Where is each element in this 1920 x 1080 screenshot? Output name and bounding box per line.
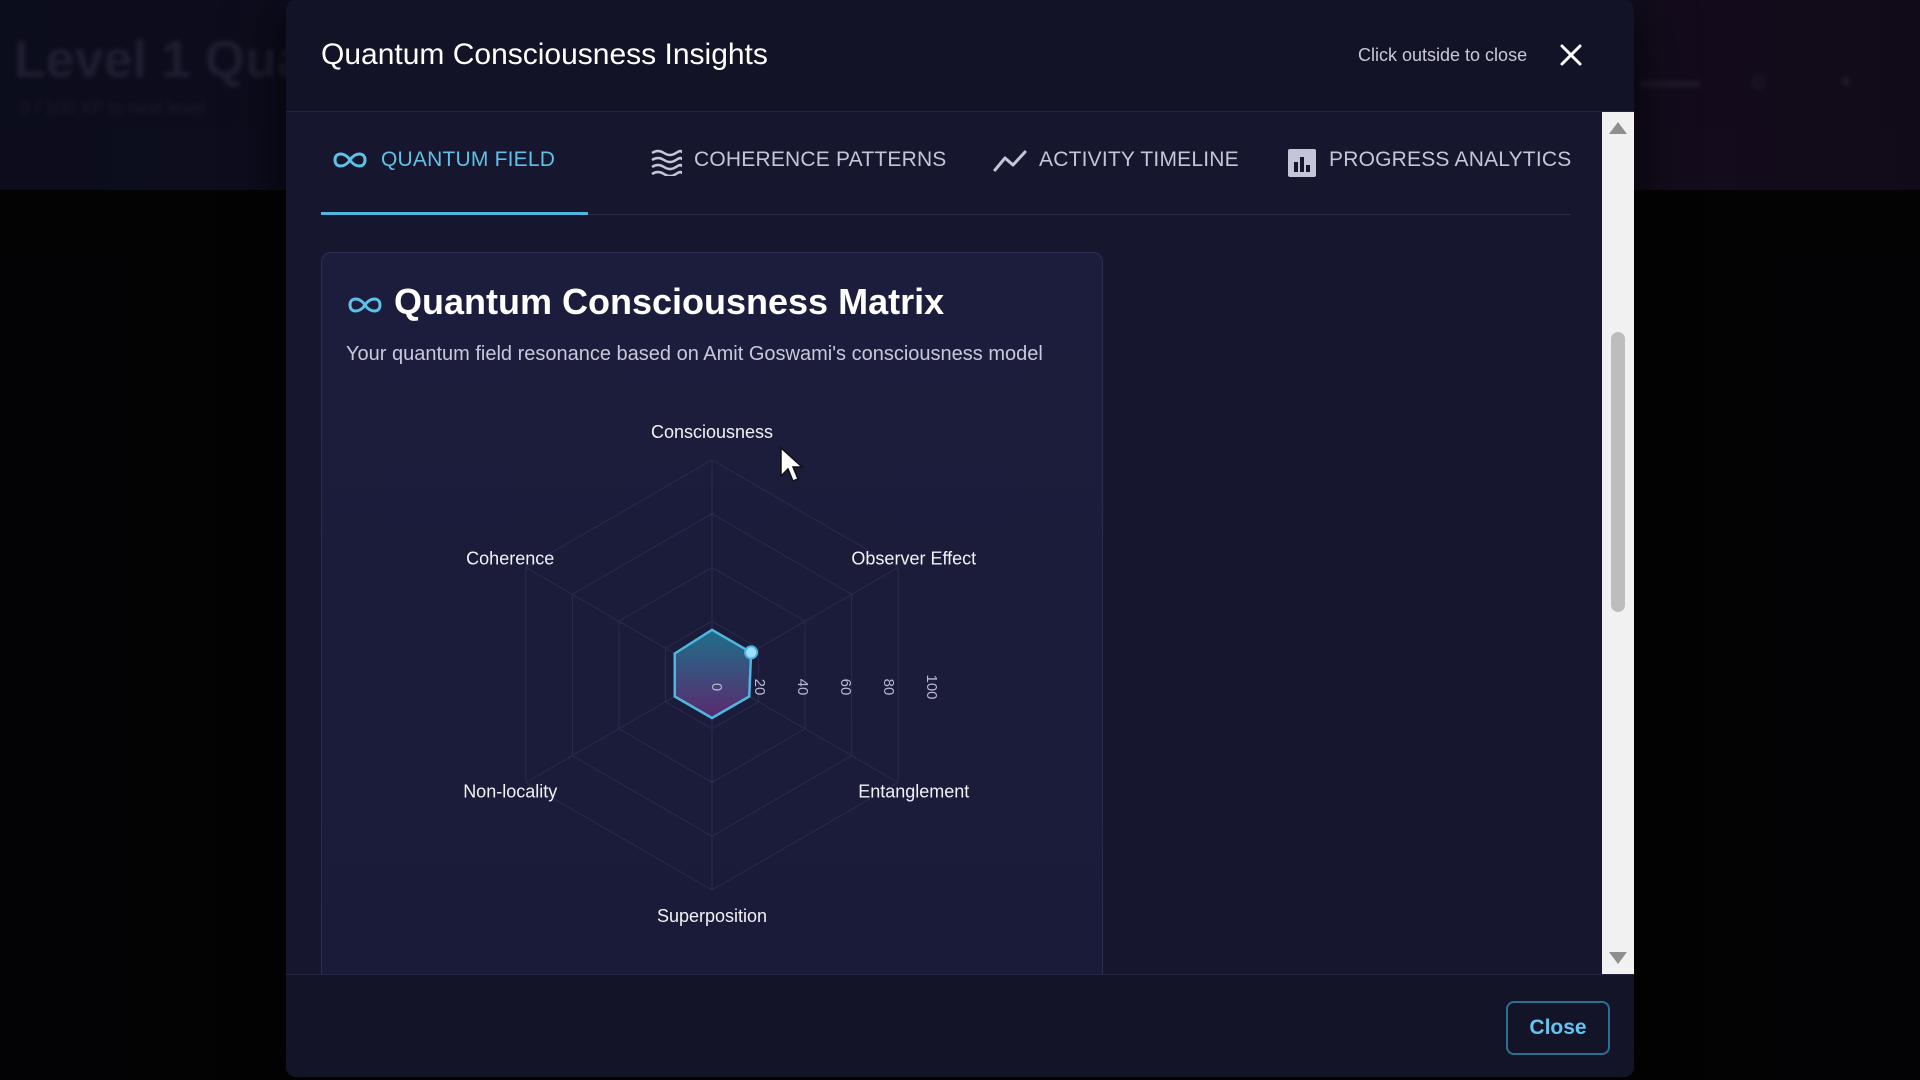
- tab-coherence-patterns[interactable]: COHERENCE PATTERNS: [650, 148, 947, 214]
- tab-label: COHERENCE PATTERNS: [694, 148, 947, 171]
- close-icon[interactable]: [1554, 38, 1588, 72]
- tab-activity-timeline[interactable]: ACTIVITY TIMELINE: [993, 148, 1239, 214]
- tab-bar: QUANTUM FIELD COHERENCE PATTERNS ACTIVIT…: [321, 112, 1571, 215]
- radar-chart: 0 20 40 60 80 100 Consciousness Observer Effec…: [463, 422, 976, 926]
- vertical-scrollbar[interactable]: [1602, 112, 1634, 974]
- radar-axis-label-non-locality: Non-locality: [463, 782, 557, 802]
- consciousness-matrix-card: Quantum Consciousness Matrix Your quantu…: [321, 252, 1103, 974]
- radar-axis-label-consciousness: Consciousness: [651, 422, 773, 442]
- tab-quantum-field[interactable]: QUANTUM FIELD: [331, 148, 555, 214]
- insights-modal: Quantum Consciousness Insights Click out…: [286, 0, 1634, 1077]
- infinity-icon: [331, 148, 369, 178]
- tab-label: PROGRESS ANALYTICS: [1329, 148, 1572, 171]
- close-hint-text: Click outside to close: [1358, 45, 1528, 65]
- radar-tick-label: 60: [837, 679, 854, 696]
- radar-axis-label-observer-effect: Observer Effect: [851, 549, 976, 569]
- scrollbar-thumb[interactable]: [1611, 332, 1625, 612]
- modal-footer: Close: [286, 974, 1634, 1077]
- tab-progress-analytics[interactable]: PROGRESS ANALYTICS: [1287, 148, 1571, 214]
- radar-tick-label: 40: [794, 679, 811, 696]
- card-subtitle: Your quantum field resonance based on Am…: [346, 343, 1043, 365]
- radar-axis-label-entanglement: Entanglement: [858, 782, 969, 802]
- modal-header: Quantum Consciousness Insights Click out…: [286, 0, 1634, 112]
- active-tab-indicator: [321, 212, 588, 215]
- radar-tick-label: 20: [751, 679, 768, 696]
- waves-icon: [650, 148, 684, 182]
- modal-title: Quantum Consciousness Insights: [321, 38, 768, 71]
- tab-label: QUANTUM FIELD: [381, 148, 556, 171]
- radar-series-area: [673, 628, 753, 720]
- bar-chart-icon: [1287, 148, 1317, 184]
- radar-point-observer-effect[interactable]: [744, 645, 759, 660]
- mouse-pointer-icon: [780, 446, 804, 482]
- card-title: Quantum Consciousness Matrix: [394, 281, 945, 322]
- scroll-down-arrow-icon[interactable]: [1609, 952, 1627, 964]
- scroll-up-arrow-icon[interactable]: [1609, 122, 1627, 134]
- tab-label: ACTIVITY TIMELINE: [1039, 148, 1239, 171]
- radar-axis-label-coherence: Coherence: [466, 549, 554, 569]
- infinity-icon: [346, 293, 384, 322]
- trend-line-icon: [993, 148, 1027, 180]
- radar-axis-label-superposition: Superposition: [657, 906, 767, 926]
- radar-tick-label: 80: [880, 679, 897, 696]
- radar-tick-label: 0: [708, 683, 725, 691]
- radar-tick-label: 100: [923, 674, 940, 699]
- close-button[interactable]: Close: [1506, 1001, 1610, 1055]
- modal-body[interactable]: QUANTUM FIELD COHERENCE PATTERNS ACTIVIT…: [286, 112, 1602, 974]
